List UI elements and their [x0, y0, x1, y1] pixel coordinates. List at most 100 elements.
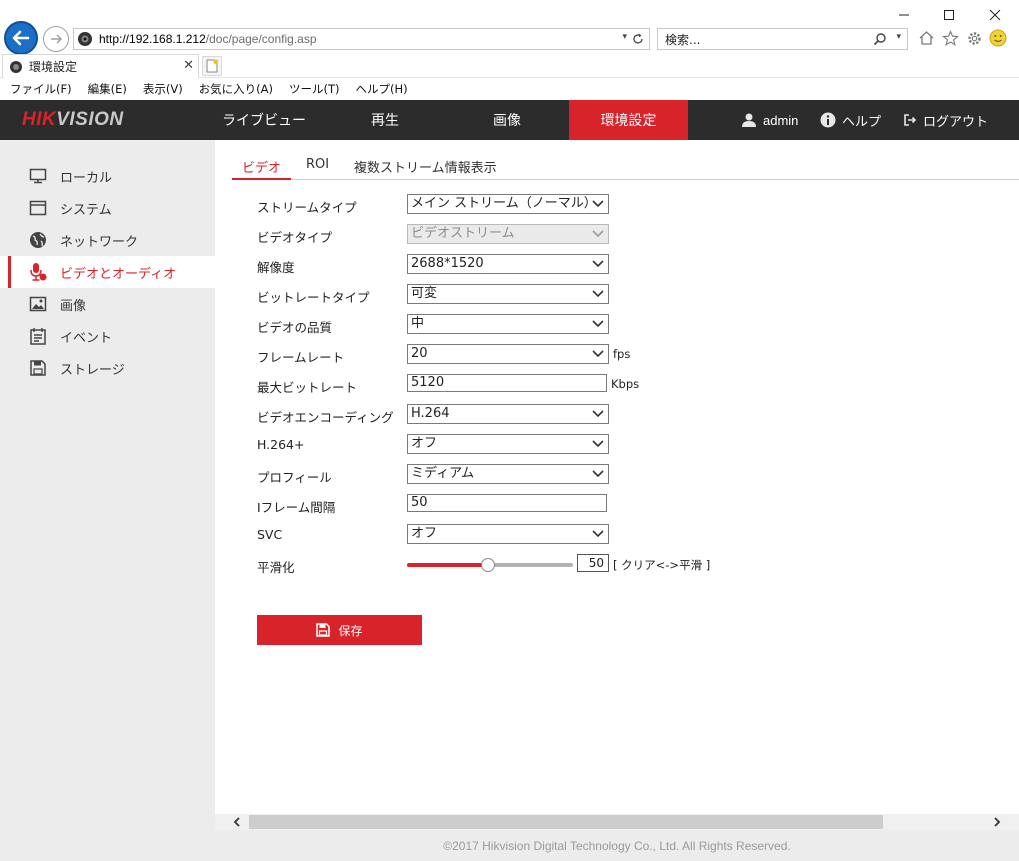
image-icon: [28, 294, 48, 314]
user-menu[interactable]: admin: [741, 100, 798, 140]
video-quality-select[interactable]: 中: [407, 314, 609, 334]
menu-tools[interactable]: ツール(T): [289, 81, 340, 97]
minimize-button[interactable]: [889, 4, 919, 26]
floppy-icon: [28, 358, 48, 378]
close-window-button[interactable]: [980, 4, 1010, 26]
nav-live-view[interactable]: ライブビュー: [205, 100, 323, 140]
nav-configuration[interactable]: 環境設定: [569, 100, 688, 140]
video-type-select: ビデオストリーム: [407, 224, 609, 244]
feedback-smiley-icon[interactable]: [989, 28, 1007, 48]
menu-view[interactable]: 表示(V): [143, 81, 183, 97]
url-text[interactable]: http://192.168.1.212/doc/page/config.asp: [99, 32, 317, 46]
menu-edit[interactable]: 編集(E): [88, 81, 127, 97]
new-tab-button[interactable]: [202, 56, 222, 76]
scroll-left-icon[interactable]: [227, 814, 247, 830]
sub-tab-bar: ビデオ ROI 複数ストリーム情報表示: [232, 153, 1019, 180]
menu-file[interactable]: ファイル(F): [10, 81, 72, 97]
sidebar-item-system[interactable]: システム: [0, 192, 215, 224]
stream-type-select[interactable]: メイン ストリーム（ノーマル）: [407, 194, 609, 214]
row-video-type: ビデオタイプ ビデオストリーム: [257, 224, 957, 246]
chevron-down-icon: [592, 260, 604, 268]
i-frame-interval-input[interactable]: 50: [407, 494, 607, 512]
search-box[interactable]: 検索... ▾: [657, 28, 908, 50]
maximize-button[interactable]: [934, 4, 964, 26]
resolution-select[interactable]: 2688*1520: [407, 254, 609, 274]
help-link[interactable]: ヘルプ: [820, 100, 881, 140]
sidebar-item-storage[interactable]: ストレージ: [0, 352, 215, 384]
back-button[interactable]: [4, 21, 38, 55]
tab-favicon-icon: [10, 60, 22, 73]
profile-label: プロフィール: [257, 470, 332, 485]
chevron-down-icon: [592, 350, 604, 358]
tab-video[interactable]: ビデオ: [232, 153, 291, 180]
favorites-star-icon[interactable]: [941, 28, 959, 48]
row-max-bitrate: 最大ビットレート 5120 Kbps: [257, 374, 957, 396]
menu-favorites[interactable]: お気に入り(A): [199, 81, 273, 97]
hikvision-logo: HIKVISION: [22, 109, 124, 130]
logout-link[interactable]: ログアウト: [903, 100, 988, 140]
browser-tab[interactable]: 環境設定 ✕: [2, 54, 199, 78]
new-tab-icon: [206, 59, 218, 73]
tab-multi-stream-info[interactable]: 複数ストリーム情報表示: [354, 153, 497, 180]
refresh-icon[interactable]: [632, 33, 644, 45]
svc-select[interactable]: オフ: [407, 524, 609, 544]
sidebar: ローカル システム ネットワーク ビデオとオーディオ 画像 イベント ストレージ: [0, 140, 215, 861]
stream-type-label: ストリームタイプ: [257, 200, 357, 215]
menu-help[interactable]: ヘルプ(H): [356, 81, 408, 97]
chevron-down-icon: [592, 230, 604, 238]
nav-picture[interactable]: 画像: [448, 100, 566, 140]
video-type-label: ビデオタイプ: [257, 230, 333, 245]
max-bitrate-label: 最大ビットレート: [257, 380, 358, 395]
nav-playback[interactable]: 再生: [326, 100, 444, 140]
sidebar-item-video-audio[interactable]: ビデオとオーディオ: [0, 256, 215, 288]
tab-close-icon[interactable]: ✕: [183, 58, 194, 73]
sidebar-item-image[interactable]: 画像: [0, 288, 215, 320]
sidebar-item-network[interactable]: ネットワーク: [0, 224, 215, 256]
max-bitrate-input[interactable]: 5120: [407, 374, 607, 392]
video-quality-label: ビデオの品質: [257, 320, 333, 335]
home-icon[interactable]: [917, 28, 935, 48]
scroll-right-icon[interactable]: [987, 814, 1007, 830]
sidebar-item-label: ビデオとオーディオ: [60, 266, 177, 282]
maximize-icon: [944, 10, 954, 20]
scrollbar-thumb[interactable]: [249, 815, 883, 829]
logout-icon: [904, 114, 917, 126]
address-dropdown-icon[interactable]: ▾: [622, 32, 627, 42]
settings-gear-icon[interactable]: [965, 28, 983, 48]
sidebar-item-local[interactable]: ローカル: [0, 160, 215, 192]
row-svc: SVC オフ: [257, 524, 957, 546]
copyright-footer: ©2017 Hikvision Digital Technology Co., …: [215, 830, 1019, 861]
row-stream-type: ストリームタイプ メイン ストリーム（ノーマル）: [257, 194, 957, 216]
row-frame-rate: フレームレート 20 fps: [257, 344, 957, 366]
row-video-quality: ビデオの品質 中: [257, 314, 957, 336]
save-button[interactable]: 保存: [257, 615, 422, 645]
tab-title: 環境設定: [29, 60, 78, 74]
horizontal-scrollbar[interactable]: [215, 814, 1019, 830]
row-resolution: 解像度 2688*1520: [257, 254, 957, 276]
chevron-down-icon: [592, 200, 604, 208]
username: admin: [763, 112, 799, 128]
smoothing-value-input[interactable]: 50: [577, 554, 609, 572]
smoothing-slider-track[interactable]: [489, 563, 573, 567]
save-label: 保存: [338, 623, 363, 638]
address-bar[interactable]: http://192.168.1.212/doc/page/config.asp…: [73, 28, 650, 50]
bitrate-type-select[interactable]: 可変: [407, 284, 609, 304]
search-placeholder[interactable]: 検索...: [665, 31, 700, 48]
smoothing-slider-fill[interactable]: [407, 563, 489, 567]
smoothing-slider-handle[interactable]: [481, 558, 495, 572]
search-dropdown-icon[interactable]: ▾: [896, 32, 901, 42]
frame-rate-select[interactable]: 20: [407, 344, 609, 364]
profile-select[interactable]: ミディアム: [407, 464, 609, 484]
h264plus-select[interactable]: オフ: [407, 434, 609, 454]
smoothing-label: 平滑化: [257, 560, 295, 575]
video-encoding-select[interactable]: H.264: [407, 404, 609, 424]
chevron-down-icon: [592, 440, 604, 448]
search-icon[interactable]: [873, 32, 887, 46]
sidebar-item-label: 画像: [60, 298, 87, 314]
row-h264plus: H.264+ オフ: [257, 434, 957, 456]
tab-roi[interactable]: ROI: [306, 153, 329, 180]
forward-button[interactable]: [43, 26, 69, 52]
resolution-label: 解像度: [257, 260, 295, 275]
sidebar-item-label: イベント: [60, 330, 113, 346]
sidebar-item-event[interactable]: イベント: [0, 320, 215, 352]
